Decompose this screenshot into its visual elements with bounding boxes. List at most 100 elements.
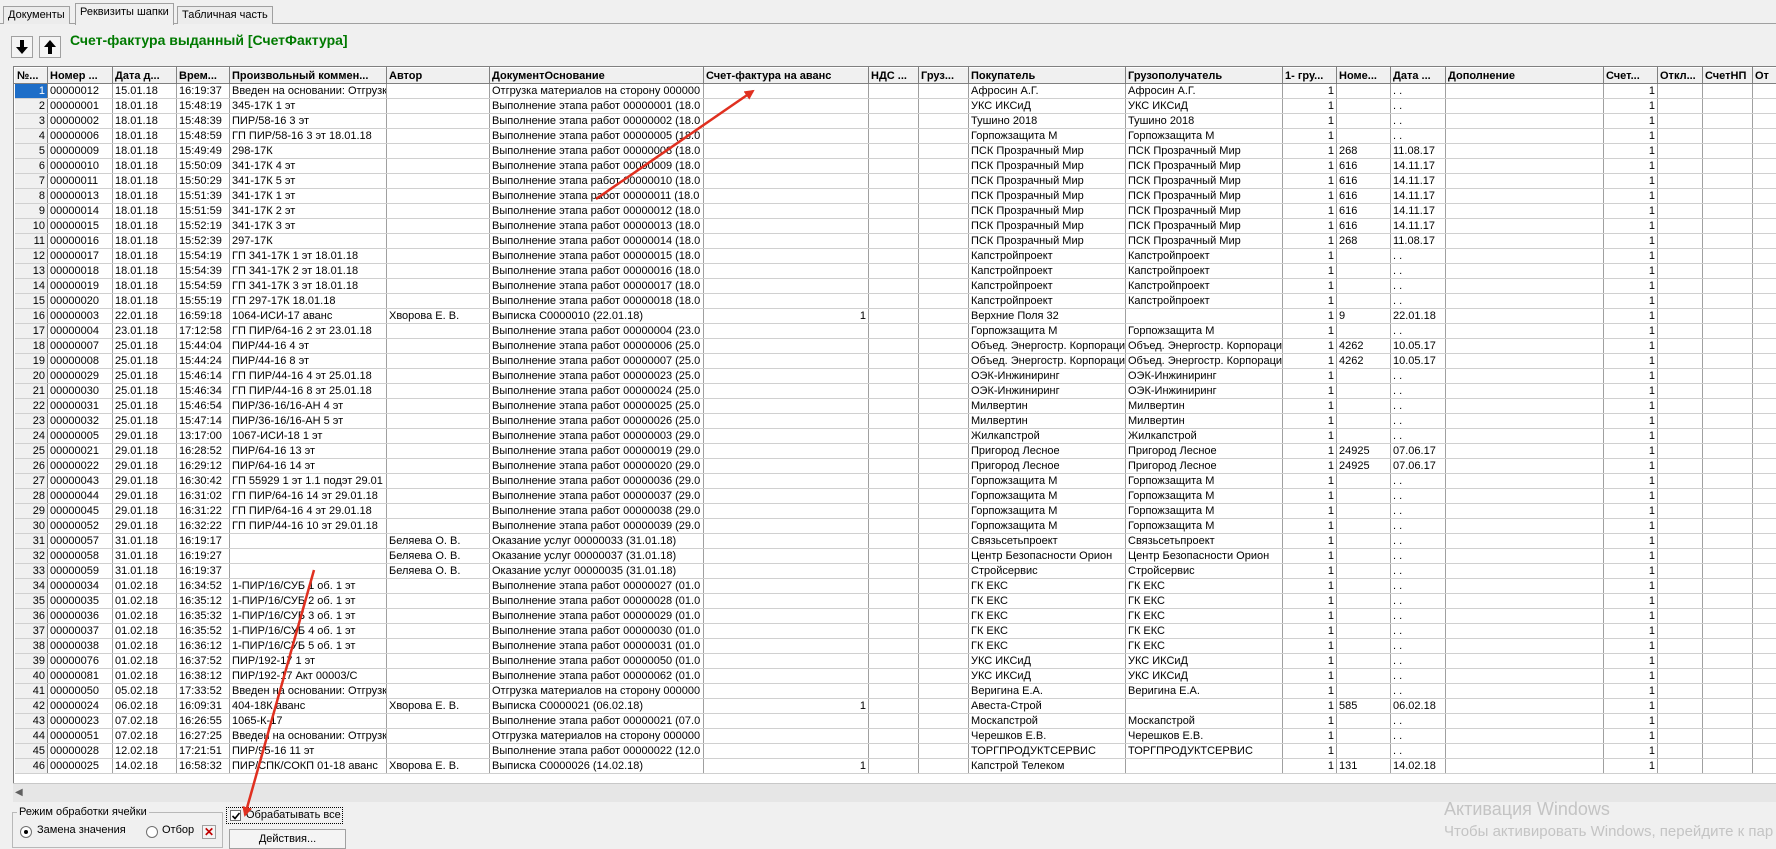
cell-comment[interactable]: ГП ПИР/44-16 10 эт 29.01.18 bbox=[230, 519, 387, 534]
cell-group[interactable]: 1 bbox=[1283, 234, 1337, 249]
cell-base-document[interactable]: Выполнение этапа работ 00000006 (25.0 bbox=[490, 339, 704, 354]
cell-extra[interactable] bbox=[1753, 639, 1776, 654]
cell-base-document[interactable]: Выполнение этапа работ 00000027 (01.0 bbox=[490, 579, 704, 594]
cell-buyer[interactable]: Горпожзащита М bbox=[969, 504, 1126, 519]
table-row[interactable]: 360000003601.02.1816:35:321-ПИР/16/СУБ 3… bbox=[15, 609, 1776, 624]
table-row[interactable]: 220000003125.01.1815:46:54ПИР/36-16/16-А… bbox=[15, 399, 1776, 414]
cell-cargo[interactable] bbox=[919, 399, 969, 414]
cell-invoice[interactable]: 1 bbox=[1604, 579, 1658, 594]
cell-buyer[interactable]: ПСК Прозрачный Мир bbox=[969, 144, 1126, 159]
cell-base-document[interactable]: Выполнение этапа работ 00000030 (01.0 bbox=[490, 624, 704, 639]
cell-doc-number[interactable] bbox=[1337, 669, 1391, 684]
cell-doc-number[interactable] bbox=[1337, 474, 1391, 489]
cell-group[interactable]: 1 bbox=[1283, 324, 1337, 339]
cell-doc-number[interactable] bbox=[1337, 579, 1391, 594]
cell-time[interactable]: 15:50:29 bbox=[177, 174, 230, 189]
cell-invoice-np[interactable] bbox=[1703, 624, 1753, 639]
cell-deviation[interactable] bbox=[1658, 219, 1703, 234]
cell-author[interactable] bbox=[387, 639, 490, 654]
cell-time[interactable]: 16:19:37 bbox=[177, 84, 230, 99]
cell-vat[interactable] bbox=[869, 729, 919, 744]
table-row[interactable]: 260000002229.01.1816:29:12ПИР/64-16 14 э… bbox=[15, 459, 1776, 474]
cell-time[interactable]: 13:17:00 bbox=[177, 429, 230, 444]
cell-doc-number[interactable]: 4262 bbox=[1337, 354, 1391, 369]
table-row[interactable]: 40000000618.01.1815:48:59ГП ПИР/58-16 3 … bbox=[15, 129, 1776, 144]
table-row[interactable]: 30000000218.01.1815:48:39ПИР/58-16 3 этВ… bbox=[15, 114, 1776, 129]
cell-number[interactable]: 00000005 bbox=[48, 429, 113, 444]
cell-addition[interactable] bbox=[1446, 579, 1604, 594]
cell-comment[interactable]: Введен на основании: Отгрузк bbox=[230, 84, 387, 99]
cell-time[interactable]: 16:19:37 bbox=[177, 564, 230, 579]
cell-invoice[interactable]: 1 bbox=[1604, 84, 1658, 99]
cell-time[interactable]: 16:59:18 bbox=[177, 309, 230, 324]
cell-consignee[interactable]: ТОРГПРОДУКТСЕРВИС bbox=[1126, 744, 1283, 759]
cell-extra[interactable] bbox=[1753, 429, 1776, 444]
cell-cargo[interactable] bbox=[919, 204, 969, 219]
cell-advance-invoice[interactable] bbox=[704, 519, 869, 534]
cell-cargo[interactable] bbox=[919, 459, 969, 474]
clear-button[interactable]: ✕ bbox=[202, 825, 216, 839]
cell-vat[interactable] bbox=[869, 579, 919, 594]
cell-doc-number[interactable] bbox=[1337, 654, 1391, 669]
cell-time[interactable]: 15:51:39 bbox=[177, 189, 230, 204]
cell-extra[interactable] bbox=[1753, 714, 1776, 729]
cell-doc-number[interactable] bbox=[1337, 264, 1391, 279]
cell-row-no[interactable]: 12 bbox=[15, 249, 48, 264]
cell-comment[interactable]: 1-ПИР/16/СУБ 1 об. 1 эт bbox=[230, 579, 387, 594]
cell-invoice-np[interactable] bbox=[1703, 579, 1753, 594]
cell-deviation[interactable] bbox=[1658, 279, 1703, 294]
cell-advance-invoice[interactable] bbox=[704, 369, 869, 384]
cell-addition[interactable] bbox=[1446, 369, 1604, 384]
cell-time[interactable]: 16:37:52 bbox=[177, 654, 230, 669]
cell-buyer[interactable]: Капстройпроект bbox=[969, 249, 1126, 264]
cell-number[interactable]: 00000012 bbox=[48, 84, 113, 99]
cell-date[interactable]: 06.02.18 bbox=[113, 699, 177, 714]
cell-buyer[interactable]: ОЭК-Инжиниринг bbox=[969, 369, 1126, 384]
col-header-consignee[interactable]: Грузополучатель bbox=[1126, 68, 1283, 84]
cell-invoice-np[interactable] bbox=[1703, 729, 1753, 744]
cell-group[interactable]: 1 bbox=[1283, 369, 1337, 384]
cell-invoice[interactable]: 1 bbox=[1604, 174, 1658, 189]
cell-invoice-np[interactable] bbox=[1703, 639, 1753, 654]
cell-row-no[interactable]: 16 bbox=[15, 309, 48, 324]
cell-addition[interactable] bbox=[1446, 654, 1604, 669]
cell-row-no[interactable]: 18 bbox=[15, 339, 48, 354]
cell-time[interactable]: 16:19:17 bbox=[177, 534, 230, 549]
cell-author[interactable] bbox=[387, 654, 490, 669]
cell-author[interactable] bbox=[387, 219, 490, 234]
cell-buyer[interactable]: ПСК Прозрачный Мир bbox=[969, 159, 1126, 174]
cell-buyer[interactable]: ПСК Прозрачный Мир bbox=[969, 174, 1126, 189]
cell-deviation[interactable] bbox=[1658, 294, 1703, 309]
cell-group[interactable]: 1 bbox=[1283, 744, 1337, 759]
cell-cargo[interactable] bbox=[919, 684, 969, 699]
cell-doc-date[interactable]: 14.11.17 bbox=[1391, 174, 1446, 189]
cell-number[interactable]: 00000009 bbox=[48, 144, 113, 159]
cell-author[interactable] bbox=[387, 84, 490, 99]
cell-doc-number[interactable] bbox=[1337, 279, 1391, 294]
table-row[interactable]: 150000002018.01.1815:55:19ГП 297-17К 18.… bbox=[15, 294, 1776, 309]
cell-invoice-np[interactable] bbox=[1703, 444, 1753, 459]
cell-number[interactable]: 00000044 bbox=[48, 489, 113, 504]
cell-author[interactable] bbox=[387, 159, 490, 174]
cell-deviation[interactable] bbox=[1658, 189, 1703, 204]
cell-invoice[interactable]: 1 bbox=[1604, 429, 1658, 444]
cell-addition[interactable] bbox=[1446, 519, 1604, 534]
cell-consignee[interactable]: ПСК Прозрачный Мир bbox=[1126, 219, 1283, 234]
cell-comment[interactable]: ПИР/СПК/СОКП 01-18 аванс bbox=[230, 759, 387, 774]
table-row[interactable]: 430000002307.02.1816:26:551065-К-17Выпол… bbox=[15, 714, 1776, 729]
cell-vat[interactable] bbox=[869, 699, 919, 714]
cell-number[interactable]: 00000028 bbox=[48, 744, 113, 759]
cell-doc-number[interactable] bbox=[1337, 504, 1391, 519]
cell-row-no[interactable]: 6 bbox=[15, 159, 48, 174]
cell-date[interactable]: 18.01.18 bbox=[113, 129, 177, 144]
cell-doc-number[interactable]: 9 bbox=[1337, 309, 1391, 324]
cell-time[interactable]: 16:27:25 bbox=[177, 729, 230, 744]
cell-time[interactable]: 15:48:59 bbox=[177, 129, 230, 144]
cell-date[interactable]: 07.02.18 bbox=[113, 714, 177, 729]
cell-vat[interactable] bbox=[869, 714, 919, 729]
cell-time[interactable]: 16:29:12 bbox=[177, 459, 230, 474]
cell-extra[interactable] bbox=[1753, 579, 1776, 594]
cell-group[interactable]: 1 bbox=[1283, 309, 1337, 324]
cell-advance-invoice[interactable]: 1 bbox=[704, 699, 869, 714]
cell-extra[interactable] bbox=[1753, 504, 1776, 519]
